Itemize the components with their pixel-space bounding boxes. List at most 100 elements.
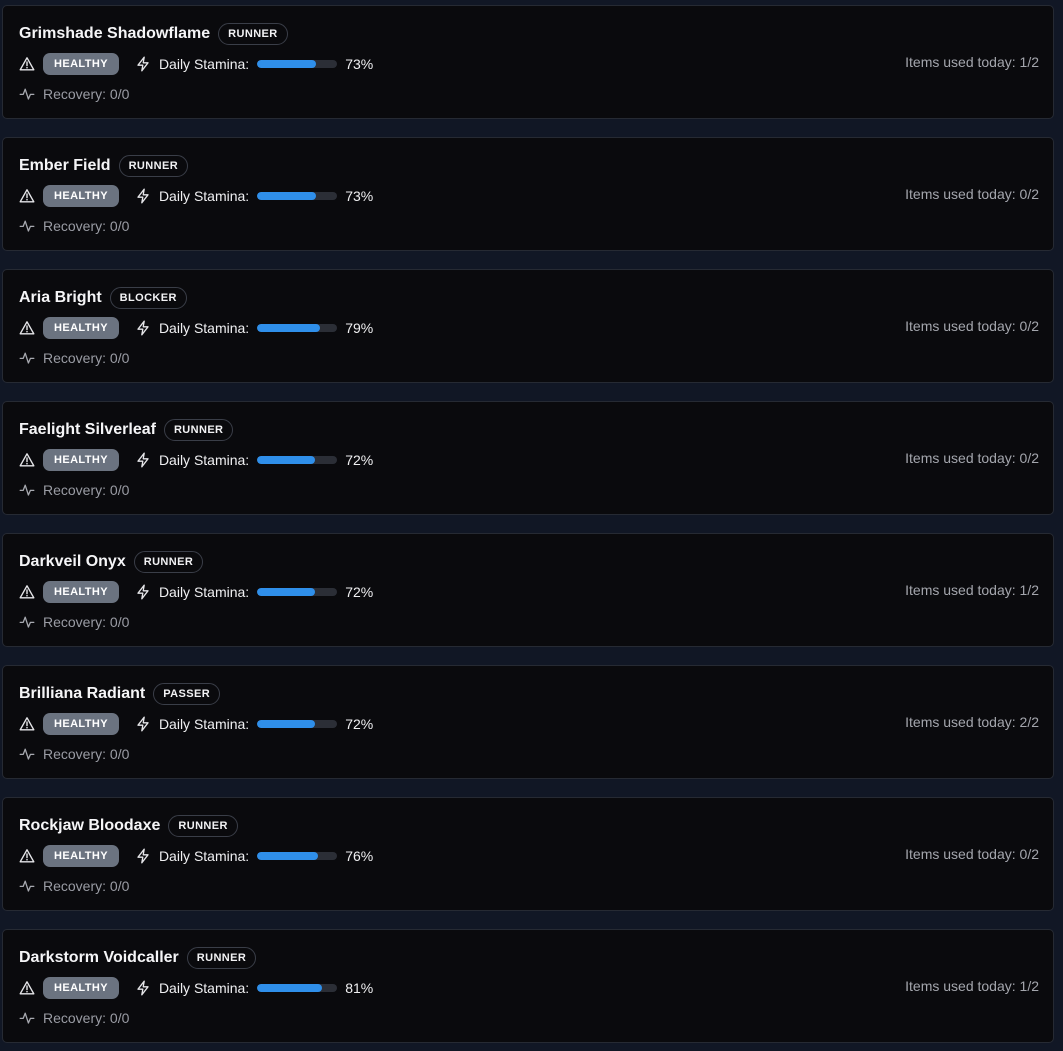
- player-status-row: HEALTHY Daily Stamina: 73%: [19, 185, 373, 207]
- stamina-progress-fill: [257, 324, 321, 332]
- player-status-row: HEALTHY Daily Stamina: 72%: [19, 449, 373, 471]
- lightning-bolt-icon: [135, 56, 151, 72]
- player-status-row: HEALTHY Daily Stamina: 72%: [19, 581, 373, 603]
- items-used-today: Items used today: 1/2: [905, 582, 1039, 598]
- recovery-label: Recovery: 0/0: [43, 482, 130, 498]
- stamina-label: Daily Stamina:: [158, 980, 250, 996]
- recovery-row: Recovery: 0/0: [19, 744, 129, 764]
- activity-pulse-icon: [19, 878, 35, 894]
- stamina-progress-fill: [257, 852, 318, 860]
- health-status-badge: HEALTHY: [43, 185, 119, 207]
- lightning-bolt-icon: [135, 320, 151, 336]
- player-header: Darkveil Onyx RUNNER: [19, 550, 204, 574]
- stamina-label: Daily Stamina:: [158, 320, 250, 336]
- health-status-badge: HEALTHY: [43, 53, 119, 75]
- player-card[interactable]: Aria Bright BLOCKER HEALTHY Daily Stamin…: [2, 269, 1054, 383]
- stamina-label: Daily Stamina:: [158, 452, 250, 468]
- items-used-today: Items used today: 2/2: [905, 714, 1039, 730]
- stamina-label: Daily Stamina:: [158, 584, 250, 600]
- stamina-label: Daily Stamina:: [158, 848, 250, 864]
- recovery-label: Recovery: 0/0: [43, 218, 130, 234]
- recovery-row: Recovery: 0/0: [19, 216, 129, 236]
- role-badge: RUNNER: [218, 23, 288, 45]
- stamina-progress-bar: [257, 984, 338, 992]
- recovery-label: Recovery: 0/0: [43, 1010, 130, 1026]
- warning-icon: [19, 716, 35, 732]
- recovery-label: Recovery: 0/0: [43, 350, 130, 366]
- activity-pulse-icon: [19, 350, 35, 366]
- role-badge: PASSER: [153, 683, 221, 705]
- player-name: Ember Field: [19, 157, 111, 174]
- items-used-today: Items used today: 0/2: [905, 186, 1039, 202]
- player-status-row: HEALTHY Daily Stamina: 73%: [19, 53, 373, 75]
- player-card[interactable]: Rockjaw Bloodaxe RUNNER HEALTHY Daily St…: [2, 797, 1054, 911]
- stamina-progress-bar: [257, 720, 338, 728]
- items-used-today: Items used today: 0/2: [905, 846, 1039, 862]
- player-header: Grimshade Shadowflame RUNNER: [19, 22, 288, 46]
- role-badge: RUNNER: [168, 815, 238, 837]
- player-header: Rockjaw Bloodaxe RUNNER: [19, 814, 238, 838]
- player-card[interactable]: Darkstorm Voidcaller RUNNER HEALTHY Dail…: [2, 929, 1054, 1043]
- warning-icon: [19, 56, 35, 72]
- player-card[interactable]: Brilliana Radiant PASSER HEALTHY Daily S…: [2, 665, 1054, 779]
- health-status-badge: HEALTHY: [43, 977, 119, 999]
- stamina-value: 72%: [345, 584, 374, 600]
- role-badge: BLOCKER: [109, 287, 187, 309]
- player-header: Aria Bright BLOCKER: [19, 286, 187, 310]
- player-name: Darkveil Onyx: [19, 553, 126, 570]
- player-status-row: HEALTHY Daily Stamina: 79%: [19, 317, 373, 339]
- warning-icon: [19, 980, 35, 996]
- stamina-progress-fill: [257, 720, 315, 728]
- lightning-bolt-icon: [135, 452, 151, 468]
- recovery-label: Recovery: 0/0: [43, 878, 130, 894]
- health-status-badge: HEALTHY: [43, 449, 119, 471]
- player-header: Ember Field RUNNER: [19, 154, 189, 178]
- player-card[interactable]: Ember Field RUNNER HEALTHY Daily Stamina…: [2, 137, 1054, 251]
- items-used-today: Items used today: 1/2: [905, 54, 1039, 70]
- warning-icon: [19, 848, 35, 864]
- stamina-label: Daily Stamina:: [158, 716, 250, 732]
- player-card[interactable]: Grimshade Shadowflame RUNNER HEALTHY Dai…: [2, 5, 1054, 119]
- player-status-row: HEALTHY Daily Stamina: 81%: [19, 977, 373, 999]
- lightning-bolt-icon: [135, 980, 151, 996]
- recovery-label: Recovery: 0/0: [43, 86, 130, 102]
- lightning-bolt-icon: [135, 188, 151, 204]
- activity-pulse-icon: [19, 1010, 35, 1026]
- player-list: Grimshade Shadowflame RUNNER HEALTHY Dai…: [0, 0, 1063, 1051]
- stamina-progress-fill: [257, 60, 316, 68]
- stamina-value: 76%: [345, 848, 374, 864]
- player-name: Darkstorm Voidcaller: [19, 949, 179, 966]
- stamina-progress-bar: [257, 852, 338, 860]
- stamina-value: 73%: [345, 188, 374, 204]
- stamina-progress-bar: [257, 456, 338, 464]
- player-name: Grimshade Shadowflame: [19, 25, 211, 42]
- player-card[interactable]: Darkveil Onyx RUNNER HEALTHY Daily Stami…: [2, 533, 1054, 647]
- player-card[interactable]: Faelight Silverleaf RUNNER HEALTHY Daily…: [2, 401, 1054, 515]
- recovery-row: Recovery: 0/0: [19, 876, 129, 896]
- recovery-label: Recovery: 0/0: [43, 746, 130, 762]
- stamina-value: 79%: [345, 320, 374, 336]
- player-status-row: HEALTHY Daily Stamina: 76%: [19, 845, 373, 867]
- stamina-value: 72%: [345, 452, 374, 468]
- health-status-badge: HEALTHY: [43, 713, 119, 735]
- stamina-progress-bar: [257, 324, 338, 332]
- player-name: Aria Bright: [19, 289, 102, 306]
- stamina-progress-fill: [257, 984, 322, 992]
- recovery-label: Recovery: 0/0: [43, 614, 130, 630]
- lightning-bolt-icon: [135, 584, 151, 600]
- activity-pulse-icon: [19, 218, 35, 234]
- items-used-today: Items used today: 0/2: [905, 318, 1039, 334]
- lightning-bolt-icon: [135, 716, 151, 732]
- activity-pulse-icon: [19, 614, 35, 630]
- items-used-today: Items used today: 0/2: [905, 450, 1039, 466]
- stamina-progress-bar: [257, 192, 338, 200]
- health-status-badge: HEALTHY: [43, 317, 119, 339]
- health-status-badge: HEALTHY: [43, 845, 119, 867]
- role-badge: RUNNER: [118, 155, 189, 177]
- stamina-progress-fill: [257, 456, 315, 464]
- player-name: Rockjaw Bloodaxe: [19, 817, 161, 834]
- activity-pulse-icon: [19, 86, 35, 102]
- stamina-value: 72%: [345, 716, 374, 732]
- warning-icon: [19, 584, 35, 600]
- recovery-row: Recovery: 0/0: [19, 480, 129, 500]
